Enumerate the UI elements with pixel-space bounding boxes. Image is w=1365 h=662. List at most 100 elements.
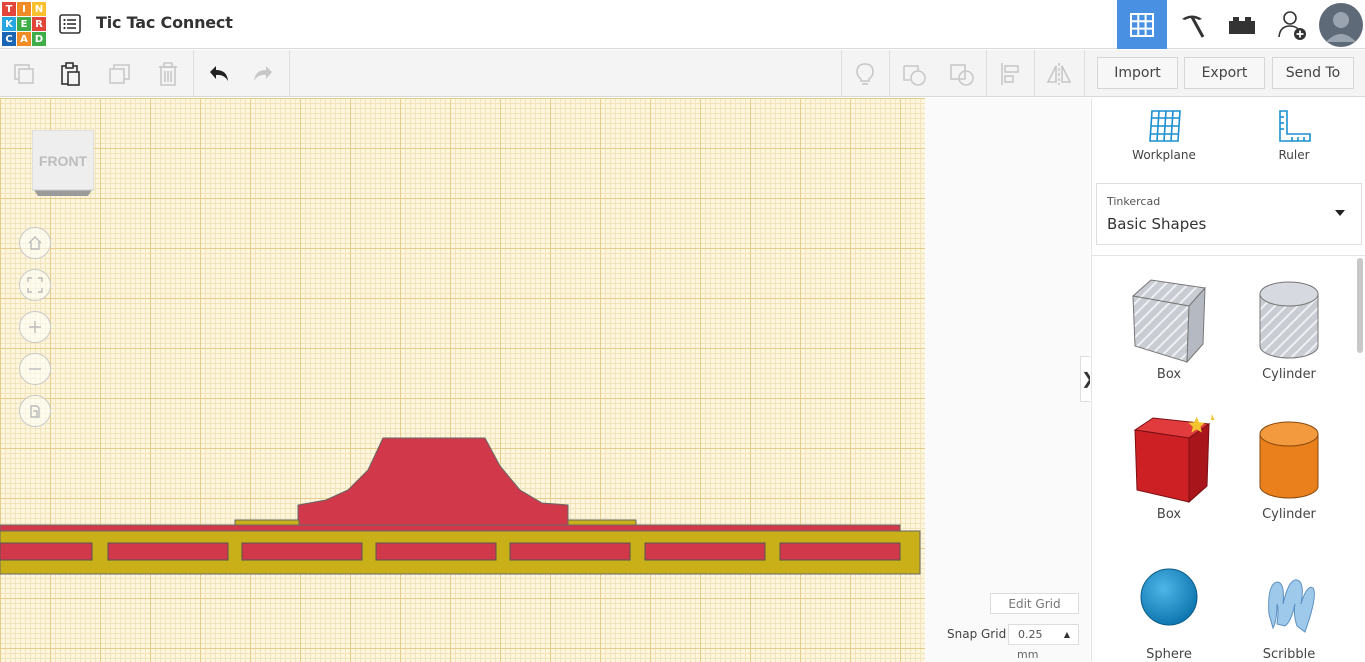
model-peg-shape[interactable] [297,437,569,526]
logo-letter: I [17,2,31,16]
workplane-canvas[interactable]: FRONT ❯ Edit Grid Snap Grid 0.25 ▲ mm [0,98,1090,662]
library-category: Tinkercad [1107,195,1161,208]
fit-icon [27,277,43,293]
notes-button[interactable] [849,58,881,90]
bricks-button[interactable] [1217,0,1267,49]
ungroup-button[interactable] [946,58,978,90]
add-user-icon [1278,10,1306,40]
design-title[interactable]: Tic Tac Connect [96,13,233,32]
model-cell[interactable] [644,542,766,561]
shape-label: Sphere [1146,647,1192,662]
ruler-label: Ruler [1278,148,1310,162]
scribble-icon [1268,579,1315,633]
cylinder-icon [1259,421,1319,499]
shape-label: Cylinder [1262,507,1316,522]
shape-sphere[interactable]: Sphere [1119,564,1219,662]
workplane-label: Workplane [1132,148,1196,162]
top-bar: TIN KER CAD Tic Tac Connect [0,0,1365,49]
logo-letter: T [2,2,16,16]
model-cell[interactable] [107,542,229,561]
avatar[interactable] [1317,0,1365,49]
model-cell[interactable] [779,542,901,561]
edit-grid-button[interactable]: Edit Grid [990,593,1079,614]
paste-button[interactable] [54,58,86,90]
ruler-tool[interactable]: Ruler [1244,108,1344,162]
model-view[interactable] [0,98,925,662]
shape-hole-box[interactable]: Box [1119,274,1219,382]
model-ledge-left[interactable] [234,519,300,526]
redo-icon [254,66,272,81]
workplane-tool[interactable]: Workplane [1114,108,1214,162]
shape-library-select[interactable]: Tinkercad Basic Shapes [1096,183,1362,245]
zoom-in-button[interactable] [19,311,51,343]
copy-button[interactable] [8,58,40,90]
group-icon [903,65,926,86]
mirror-button[interactable] [1043,58,1075,90]
delete-button[interactable] [152,58,184,90]
design-menu-icon[interactable] [58,12,82,36]
ungroup-icon [950,64,974,86]
copy-icon [14,64,34,84]
logo-letter: D [32,32,46,46]
chevron-down-icon [1335,210,1345,216]
shapes-panel: Workplane Ruler Tinkercad Basic Shapes B… [1091,98,1365,662]
mirror-icon [1046,63,1072,85]
snap-grid-select[interactable]: 0.25 ▲ [1008,624,1079,645]
shape-cylinder[interactable]: Cylinder [1239,414,1339,522]
fit-view-button[interactable] [19,269,51,301]
shape-box[interactable]: Box [1119,414,1219,522]
shape-label: Box [1156,367,1182,382]
view-cube[interactable]: FRONT [31,129,95,196]
import-button[interactable]: Import [1097,57,1178,89]
favorite-star-icon [1211,414,1215,420]
snap-grid-value: 0.25 [1018,628,1043,641]
tinkercad-logo[interactable]: TIN KER CAD [2,2,46,46]
duplicate-button[interactable] [104,58,136,90]
ruler-icon [1279,110,1311,142]
hole-box-icon [1131,279,1206,364]
model-cell[interactable] [0,542,93,561]
view-cube-face-label: FRONT [39,153,88,169]
toolbar-divider [1034,50,1035,97]
model-ledge-right[interactable] [567,519,637,526]
logo-letter: K [2,17,16,31]
shape-scribble[interactable]: Scribble [1239,564,1339,662]
toolbar-divider [289,50,290,97]
pickaxe-icon [1182,15,1205,38]
redo-button[interactable] [248,58,280,90]
invite-user-button[interactable] [1267,0,1317,49]
bricks-icon [1229,16,1255,34]
model-cell[interactable] [375,542,497,561]
logo-letter: E [17,17,31,31]
model-cell[interactable] [509,542,631,561]
shape-label: Cylinder [1262,367,1316,382]
zoom-out-button[interactable] [19,353,51,385]
perspective-button[interactable] [19,395,51,427]
panel-collapse-toggle[interactable]: ❯ [1080,356,1090,402]
snap-grid-label: Snap Grid [947,627,1007,641]
group-button[interactable] [898,58,930,90]
toolbar-divider [986,50,987,97]
send-to-button[interactable]: Send To [1272,57,1354,89]
shape-label: Box [1156,507,1182,522]
undo-button[interactable] [202,58,234,90]
shapes-scrollbar[interactable] [1357,258,1363,353]
build-button[interactable] [1167,0,1217,49]
logo-letter: R [32,17,46,31]
home-view-button[interactable] [19,227,51,259]
sphere-icon [1140,568,1198,626]
align-button[interactable] [995,58,1027,90]
shape-label: Scribble [1262,647,1316,662]
3d-view-button[interactable] [1117,0,1167,49]
model-cell[interactable] [241,542,363,561]
shape-hole-cylinder[interactable]: Cylinder [1239,274,1339,382]
duplicate-icon [109,64,130,84]
export-button[interactable]: Export [1184,57,1265,89]
undo-icon [210,66,228,81]
logo-letter: C [2,32,16,46]
lightbulb-icon [856,63,874,85]
paste-icon [61,62,80,86]
home-icon [28,236,42,250]
plus-icon [29,321,41,333]
library-name: Basic Shapes [1107,215,1207,233]
